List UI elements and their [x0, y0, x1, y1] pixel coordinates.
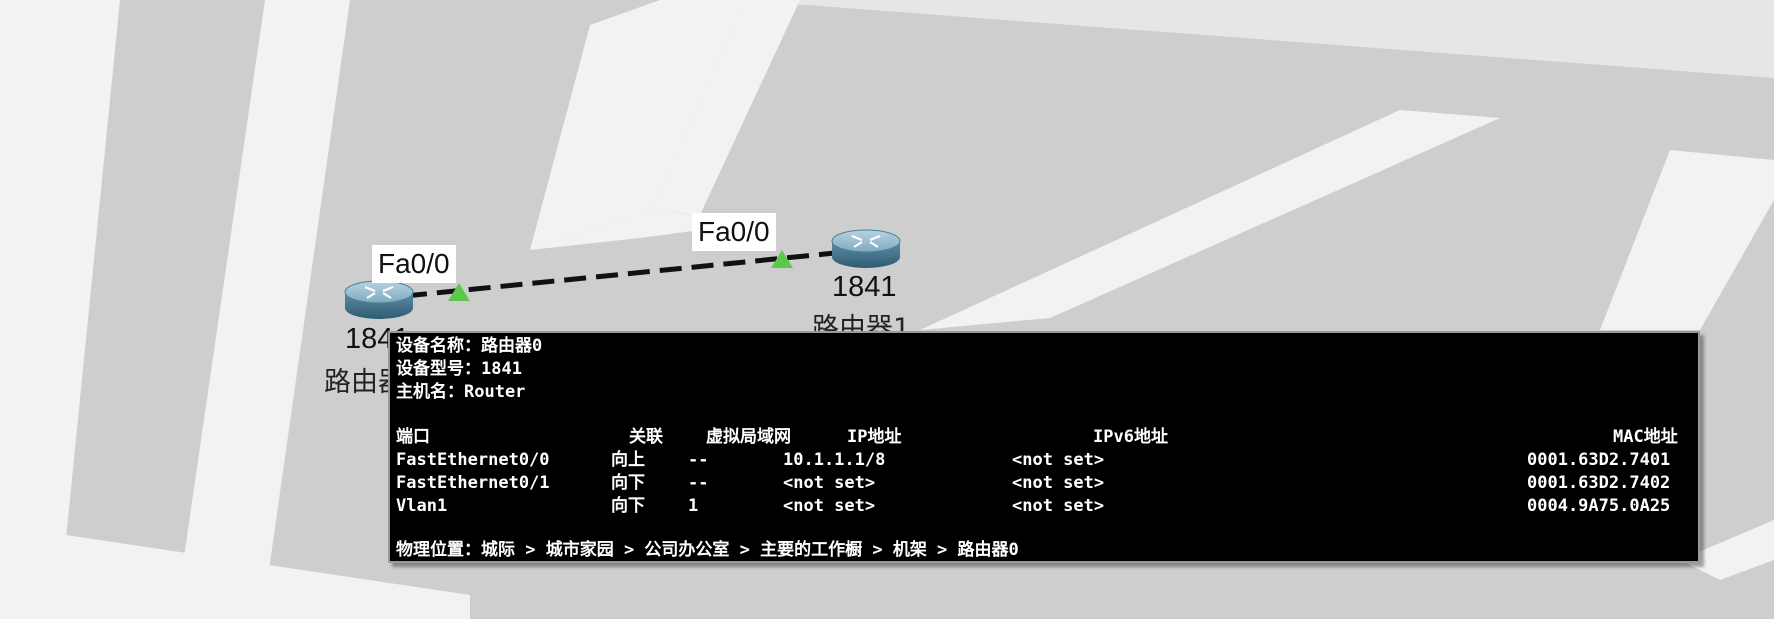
column-header-mac: MAC地址	[1613, 427, 1678, 447]
tooltip-hostname: 主机名：Router	[396, 382, 526, 402]
table-cell-vlan: 1	[688, 496, 699, 516]
tooltip-physical-location: 物理位置：城际 > 城市家园 > 公司办公室 > 主要的工作橱 > 机架 > 路…	[396, 540, 1019, 560]
column-header-vlan: 虚拟局域网	[706, 427, 791, 447]
table-cell-ipv6: <not set>	[1012, 496, 1105, 516]
table-cell-ipv6: <not set>	[1012, 450, 1105, 470]
port-label: Fa0/0	[372, 245, 456, 283]
background-band	[740, 0, 1774, 78]
table-cell-link: 向上	[611, 450, 645, 470]
device-info-tooltip: 设备名称：路由器0 设备型号：1841 主机名：Router 端口 关联 虚拟局…	[388, 331, 1700, 563]
table-cell-link: 向下	[611, 496, 645, 516]
router-icon[interactable]	[830, 225, 902, 271]
table-cell-mac: 0004.9A75.0A25	[1527, 496, 1671, 516]
table-cell-ip: <not set>	[783, 473, 876, 493]
table-cell-link: 向下	[611, 473, 645, 493]
table-cell-port: Vlan1	[396, 496, 448, 516]
background-band	[0, 0, 120, 619]
background-band	[920, 110, 1500, 330]
table-cell-ip: <not set>	[783, 496, 876, 516]
table-cell-ip: 10.1.1.1/8	[783, 450, 886, 470]
workspace-canvas[interactable]: Fa0/0 1841 路由器0 Fa0/0 1841 路由器1 设备名称：路由器…	[0, 0, 1774, 619]
column-header-port: 端口	[396, 427, 430, 447]
background-band	[1600, 150, 1774, 330]
table-cell-ipv6: <not set>	[1012, 473, 1105, 493]
column-header-ipv6: IPv6地址	[1093, 427, 1168, 447]
column-header-link: 关联	[629, 427, 663, 447]
tooltip-device-name: 设备名称：路由器0	[396, 336, 543, 356]
network-link[interactable]	[404, 247, 866, 299]
background-band	[175, 0, 350, 619]
device-model-label: 1841	[832, 271, 897, 303]
column-header-ip: IP地址	[847, 427, 902, 447]
table-cell-mac: 0001.63D2.7402	[1527, 473, 1671, 493]
table-cell-mac: 0001.63D2.7401	[1527, 450, 1671, 470]
port-label: Fa0/0	[692, 213, 776, 251]
table-cell-vlan: --	[688, 473, 709, 493]
table-cell-vlan: --	[688, 450, 709, 470]
table-cell-port: FastEthernet0/1	[396, 473, 550, 493]
table-cell-port: FastEthernet0/0	[396, 450, 550, 470]
tooltip-device-model: 设备型号：1841	[396, 359, 522, 379]
